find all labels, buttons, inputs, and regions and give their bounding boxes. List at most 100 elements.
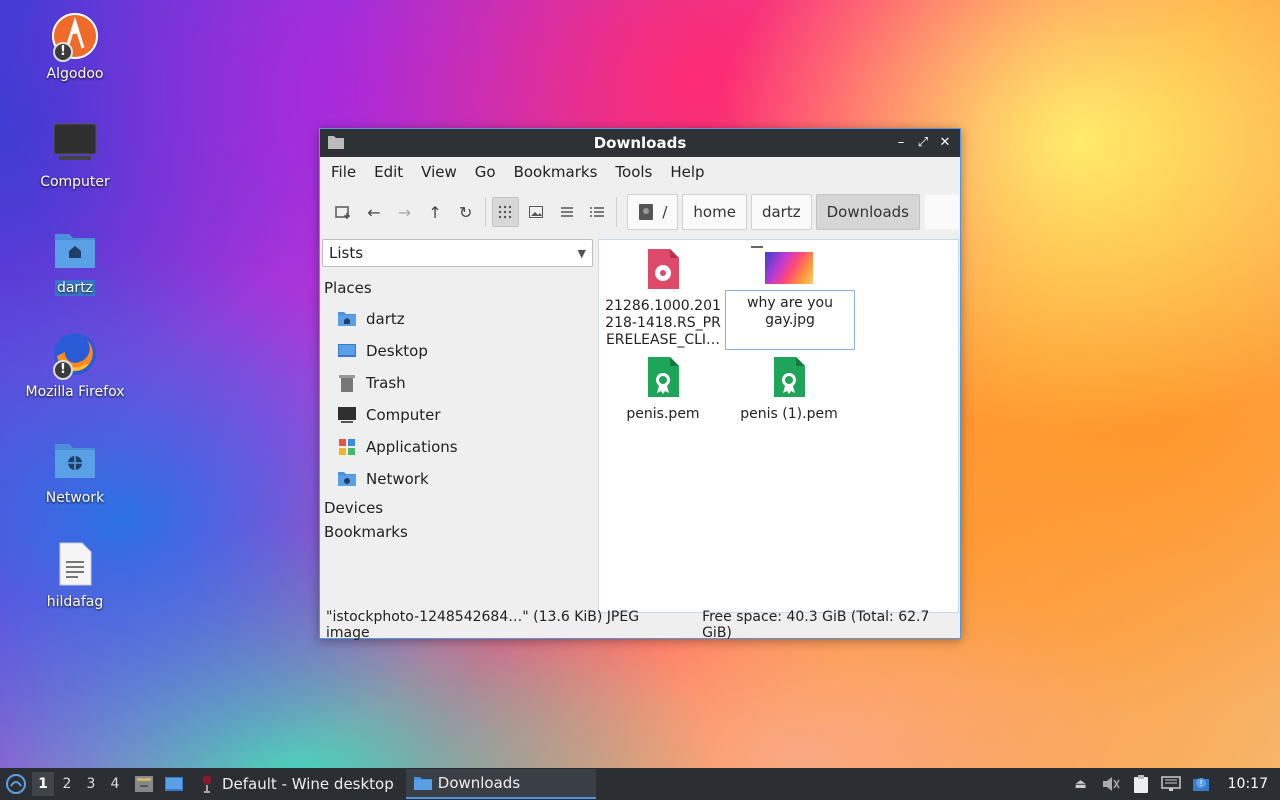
devices-heading[interactable]: Devices — [320, 495, 596, 519]
sidebar-item-label: Computer — [366, 406, 441, 424]
breadcrumb-root[interactable]: / — [627, 194, 679, 230]
tray-clipboard-button[interactable] — [1128, 774, 1154, 794]
menu-bookmarks[interactable]: Bookmarks — [505, 163, 607, 181]
tray-update-notifier[interactable]: ! — [1188, 774, 1214, 794]
minimize-button[interactable]: – — [892, 133, 910, 153]
folder-icon — [328, 136, 344, 149]
file-view[interactable]: 21286.1000.201 218-1418.RS_PR ERELEASE_C… — [598, 239, 959, 613]
update-notifier-icon: ! — [1192, 778, 1209, 791]
desktop-icon-label: hildafag — [46, 594, 104, 610]
detailed-view-button[interactable] — [584, 197, 611, 227]
rename-text: why are you — [747, 295, 833, 311]
file-item[interactable]: 21286.1000.201 218-1418.RS_PR ERELEASE_C… — [599, 248, 727, 349]
tray-network-button[interactable] — [1158, 774, 1184, 794]
toolbar-separator — [484, 197, 486, 227]
icon-view-button[interactable] — [491, 197, 519, 227]
drive-icon — [639, 204, 654, 220]
desktop-icon-computer[interactable]: Computer — [20, 120, 130, 190]
breadcrumb-home[interactable]: home — [682, 194, 747, 230]
bookmarks-heading[interactable]: Bookmarks — [320, 519, 596, 543]
certificate-icon — [772, 356, 806, 398]
menu-view[interactable]: View — [412, 163, 466, 181]
desktop-icon-label: Network — [45, 490, 105, 506]
lubuntu-logo-icon — [6, 774, 26, 794]
taskbar: 1 2 3 4 Default - Wine desktop Downloads… — [0, 768, 1280, 800]
workspace-3[interactable]: 3 — [80, 772, 102, 796]
eject-icon: ⏏ — [1074, 776, 1087, 792]
home-folder-icon — [51, 226, 99, 274]
sidebar-item-applications[interactable]: Applications — [320, 431, 596, 463]
new-tab-button[interactable] — [330, 197, 357, 227]
sidebar-item-label: dartz — [366, 310, 405, 328]
sidebar-item-label: Applications — [366, 438, 458, 456]
reload-button[interactable]: ↻ — [452, 197, 479, 227]
desktop-icon-firefox[interactable]: ! Mozilla Firefox — [20, 330, 130, 400]
desktop-icon-algodoo[interactable]: ! Algodoo — [20, 12, 130, 82]
close-button[interactable]: ✕ — [936, 133, 954, 153]
desktop-icon-label: dartz — [54, 280, 96, 296]
workspace-4[interactable]: 4 — [104, 772, 126, 796]
task-label: Default - Wine desktop — [222, 775, 394, 793]
breadcrumb-dartz[interactable]: dartz — [750, 194, 812, 230]
menu-tools[interactable]: Tools — [606, 163, 661, 181]
sidebar-item-dartz[interactable]: dartz — [320, 303, 596, 335]
computer-icon — [51, 120, 99, 168]
rename-text: gay.jpg — [765, 312, 815, 328]
file-manager-launcher[interactable] — [132, 772, 156, 796]
workspace-2[interactable]: 2 — [56, 772, 78, 796]
sidebar-item-computer[interactable]: Computer — [320, 399, 596, 431]
menu-help[interactable]: Help — [661, 163, 713, 181]
sidebar-view-select[interactable]: Lists ▼ — [322, 239, 593, 267]
desktop-icon-network[interactable]: Network — [20, 436, 130, 506]
compact-view-button[interactable] — [553, 197, 580, 227]
tray-eject-button[interactable]: ⏏ — [1068, 774, 1094, 794]
taskbar-task-downloads[interactable]: Downloads — [405, 769, 596, 799]
menu-edit[interactable]: Edit — [365, 163, 412, 181]
svg-text:!: ! — [1199, 779, 1202, 788]
file-item[interactable]: penis (1).pem — [725, 356, 853, 423]
image-icon — [528, 206, 543, 218]
breadcrumb-overflow[interactable] — [923, 194, 960, 230]
divider — [751, 246, 763, 248]
sidebar-item-desktop[interactable]: Desktop — [320, 335, 596, 367]
clock[interactable]: 10:17 — [1228, 776, 1268, 792]
volume-muted-icon — [1102, 777, 1120, 791]
forward-button[interactable]: → — [391, 197, 418, 227]
rename-input[interactable]: why are you gay.jpg — [725, 290, 855, 350]
start-menu-button[interactable] — [2, 770, 30, 798]
up-button[interactable]: ↑ — [422, 197, 449, 227]
title-bar[interactable]: Downloads – ⤢ ✕ — [320, 129, 960, 157]
sidebar-item-label: Desktop — [366, 342, 428, 360]
desktop-icon-dartz[interactable]: dartz — [20, 226, 130, 296]
image-thumbnail[interactable] — [765, 252, 813, 284]
applications-icon — [339, 439, 355, 455]
sidebar-item-trash[interactable]: Trash — [320, 367, 596, 399]
grid-icon — [499, 205, 512, 219]
breadcrumb-downloads[interactable]: Downloads — [815, 194, 920, 230]
file-item[interactable]: penis.pem — [599, 356, 727, 423]
thumbnail-view-button[interactable] — [523, 197, 550, 227]
desktop-icon-hildafag[interactable]: hildafag — [20, 540, 130, 610]
sidebar-item-network[interactable]: Network — [320, 463, 596, 495]
arrow-right-icon: → — [397, 202, 412, 222]
breadcrumb-label: dartz — [761, 203, 801, 221]
trash-icon — [339, 375, 355, 392]
file-name: penis (1).pem — [740, 406, 838, 422]
text-file-icon — [51, 540, 99, 588]
workspace-1[interactable]: 1 — [32, 772, 54, 796]
menu-file[interactable]: File — [322, 163, 365, 181]
places-heading[interactable]: Places — [320, 275, 596, 299]
file-name: penis.pem — [626, 406, 700, 422]
file-cabinet-icon — [135, 776, 153, 792]
reload-icon: ↻ — [458, 202, 473, 222]
taskbar-task-wine[interactable]: Default - Wine desktop — [190, 769, 402, 799]
sidebar-item-label: Network — [366, 470, 429, 488]
menu-bar: File Edit View Go Bookmarks Tools Help — [320, 157, 960, 187]
show-desktop-button[interactable] — [162, 772, 186, 796]
tray-volume-button[interactable] — [1098, 774, 1124, 794]
sidebar: Lists ▼ Places dartz Desktop Trash Compu… — [320, 239, 596, 613]
maximize-button[interactable]: ⤢ — [914, 133, 932, 153]
arrow-left-icon: ← — [367, 202, 381, 222]
menu-go[interactable]: Go — [466, 163, 505, 181]
back-button[interactable]: ← — [361, 197, 388, 227]
